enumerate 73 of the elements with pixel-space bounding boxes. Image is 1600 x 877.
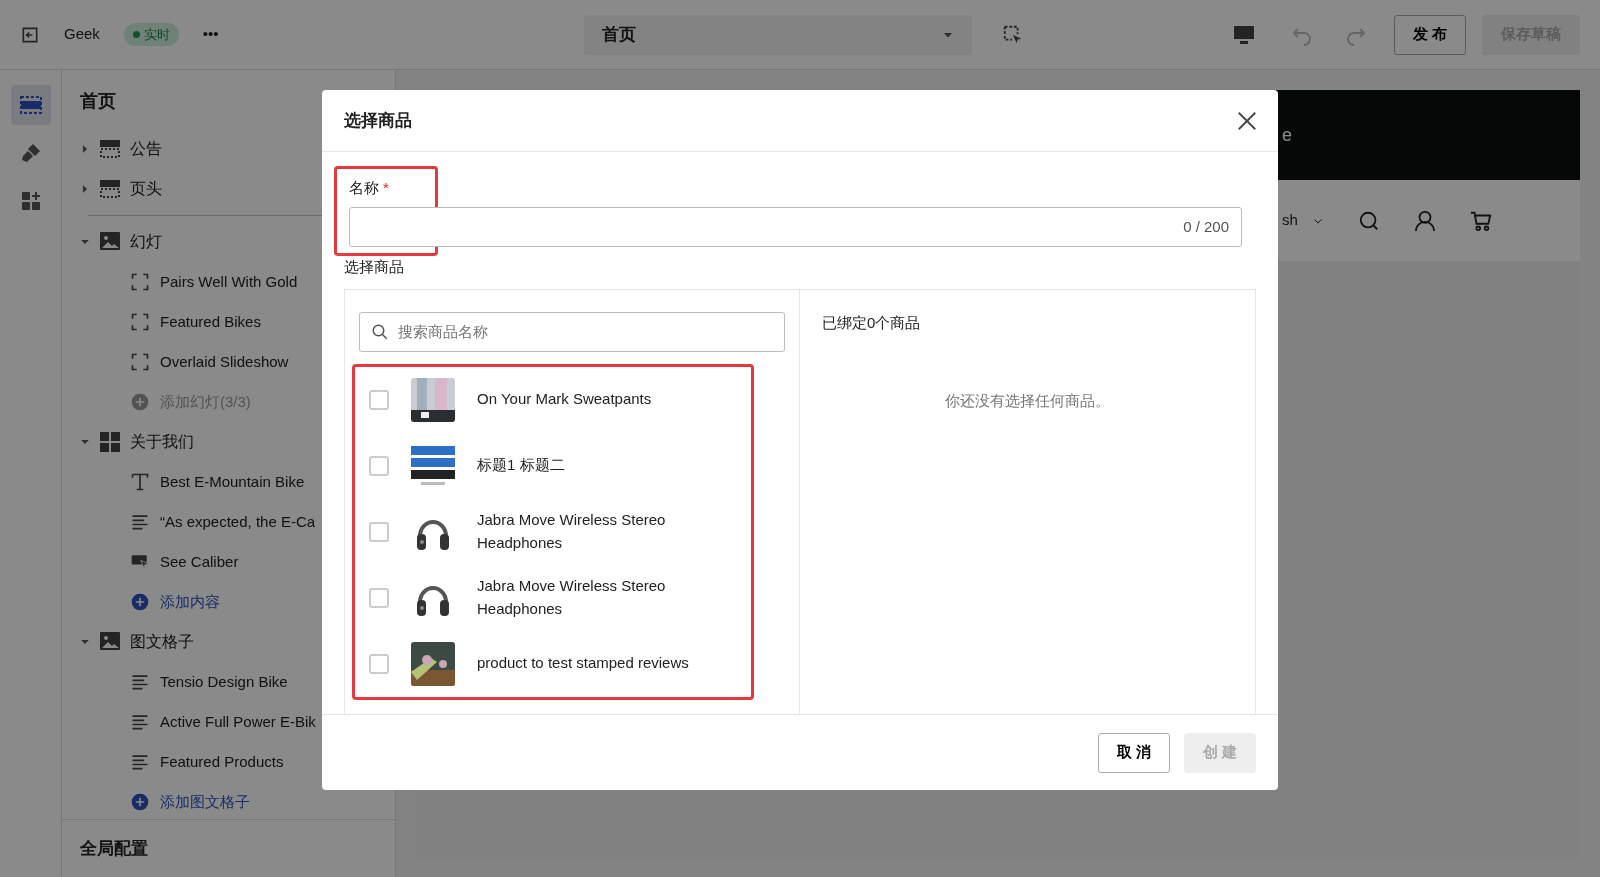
add-link[interactable]: 添加内容 [160,590,220,614]
language-select[interactable]: sh [1282,209,1324,232]
collapse-caret-icon[interactable] [80,237,90,247]
add-link[interactable]: 添加图文格子 [160,790,250,814]
bracket-icon [130,272,150,292]
block-label[interactable]: “As expected, the E-Ca [160,510,316,534]
cursor-button-icon [130,552,150,572]
modal-title: 选择商品 [344,109,412,132]
search-icon[interactable] [1357,209,1380,232]
product-name[interactable]: Jabra Move Wireless Stereo Headphones [477,509,737,554]
grid-icon [98,430,122,454]
section-label[interactable]: 幻灯 [130,230,162,254]
add-icon[interactable] [130,792,150,812]
name-field[interactable]: 0 / 200 [349,207,1242,247]
bound-count: 已绑定0个商品 [822,312,922,333]
block-label[interactable]: Tensio Design Bike [160,670,288,694]
search-field[interactable]: 搜索商品名称 [359,311,785,352]
cart-icon[interactable] [1469,209,1492,232]
block-label[interactable]: Featured Bikes [160,310,261,334]
section-label[interactable]: 图文格子 [130,630,194,654]
add-icon[interactable] [130,592,150,612]
block-label[interactable]: Pairs Well With Gold [160,270,298,294]
select-tool-icon[interactable] [1001,23,1024,46]
section-label[interactable]: 公告 [130,137,162,161]
layout-icon [18,93,43,117]
user-icon[interactable] [1413,209,1436,232]
product-name[interactable]: 标题1 标题二 [477,454,565,477]
product-name[interactable]: product to test stamped reviews [477,652,689,675]
lines-icon [130,512,150,532]
checkbox[interactable] [369,521,389,542]
bracket-icon [130,352,150,372]
text-icon [130,472,150,492]
section-label: 选择商品 [344,257,405,277]
block-label[interactable]: Active Full Power E-Bik [160,710,316,734]
banner-text: e [1282,123,1292,147]
section-label[interactable]: 关于我们 [130,430,194,454]
section-bar-icon [98,177,122,201]
block-label[interactable]: Best E-Mountain Bike [160,470,305,494]
site-name: Geek [64,24,100,45]
section-bar-icon [98,137,122,161]
block-label[interactable]: See Caliber [160,550,239,574]
status-badge: 实时 [123,22,179,47]
char-counter: 0 / 200 [1183,216,1229,237]
panel-title: 首页 [80,90,117,113]
close-icon [1236,110,1258,133]
cancel-button[interactable]: 取 消 [1098,732,1170,773]
collapse-caret-icon[interactable] [80,437,90,447]
empty-message: 你还没有选择任何商品。 [944,391,1111,411]
product-name[interactable]: Jabra Move Wireless Stereo Headphones [477,575,737,620]
block-label[interactable]: Overlaid Slideshow [160,350,289,374]
more-button[interactable]: ••• [202,23,219,46]
page-select[interactable]: 首页 [583,14,972,55]
collapse-caret-icon[interactable] [80,637,90,647]
expand-caret-icon[interactable] [80,184,90,194]
checkbox[interactable] [369,455,389,476]
checkbox[interactable] [369,653,389,674]
checkbox[interactable] [369,587,389,608]
section-label[interactable]: 页头 [130,177,162,201]
block-label[interactable]: Featured Products [160,750,284,774]
layout-tab[interactable] [10,85,51,125]
checkbox[interactable] [369,389,389,410]
product-name[interactable]: On Your Mark Sweatpants [477,388,652,411]
bracket-icon [130,312,150,332]
global-settings[interactable]: 全局配置 [62,819,395,877]
expand-caret-icon[interactable] [80,144,90,154]
lines-icon [130,672,150,692]
field-label: 名称 [349,179,379,196]
add-icon[interactable] [130,392,150,412]
lines-icon [130,712,150,732]
lines-icon [130,752,150,772]
publish-button[interactable]: 发 布 [1393,14,1466,55]
search-icon [371,322,389,341]
required-mark: * [383,179,389,196]
